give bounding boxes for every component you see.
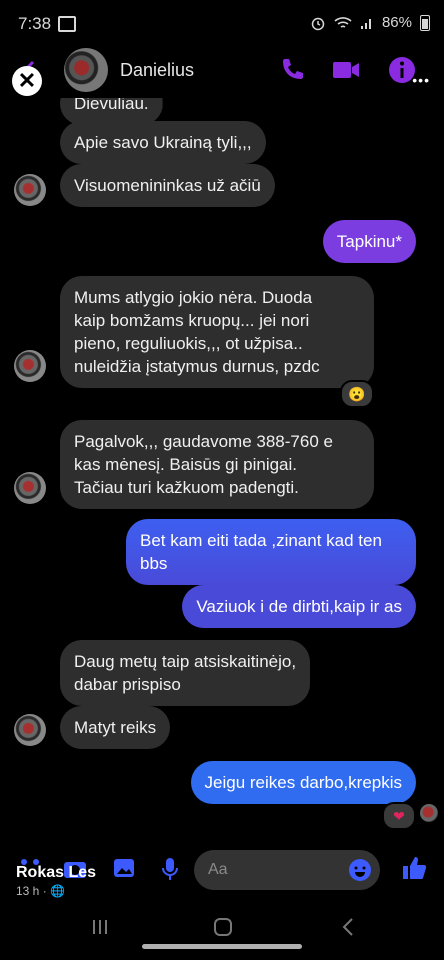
composer-bar: Aa Rokas Les 13 h · 🌐 [0, 840, 444, 900]
video-call-icon[interactable] [330, 54, 362, 86]
recent-apps-icon[interactable] [90, 918, 110, 936]
message-received[interactable]: Mums atlygio jokio nėra. Duoda kaip bomž… [60, 276, 374, 388]
message-input[interactable]: Aa [194, 850, 380, 890]
signal-icon [360, 18, 371, 29]
microphone-icon[interactable] [160, 856, 180, 882]
post-author-name[interactable]: Rokas Les [16, 864, 96, 882]
chat-header: Danielius [0, 44, 444, 100]
thumbs-up-icon[interactable] [400, 854, 428, 882]
system-navigation-bar [0, 908, 444, 960]
back-icon[interactable] [340, 916, 356, 938]
emoji-icon[interactable] [348, 858, 372, 882]
message-received[interactable]: Matyt reiks [60, 706, 171, 749]
message-received[interactable]: Daug metų taip atsiskaitinėjo, dabar pri… [60, 640, 311, 706]
sender-avatar[interactable] [14, 714, 46, 746]
battery-percent: 86% [381, 14, 412, 31]
globe-icon: 🌐 [50, 884, 65, 898]
home-indicator[interactable] [142, 944, 302, 949]
status-right: 86% [310, 14, 430, 31]
home-icon[interactable] [212, 916, 234, 938]
message-sent[interactable]: Jeigu reikes darbo,krepkis [190, 761, 416, 804]
seen-avatar [420, 804, 438, 822]
wifi-icon [334, 16, 352, 28]
close-icon[interactable]: ✕ [12, 66, 42, 96]
message-received[interactable]: Pagalvok,,, gaudavome 388-760 e kas mėne… [60, 420, 374, 509]
phone-call-icon[interactable] [276, 54, 308, 86]
battery-icon [420, 14, 430, 31]
contact-name[interactable]: Danielius [120, 60, 194, 81]
message-sent[interactable]: Vaziuok i de dirbti,kaip ir as [182, 585, 416, 628]
sender-avatar[interactable] [14, 174, 46, 206]
message-input-placeholder: Aa [208, 861, 228, 878]
sender-avatar[interactable] [14, 472, 46, 504]
alarm-icon [311, 17, 325, 30]
message-sent[interactable]: Tapkinu* [322, 220, 416, 263]
reaction-heart[interactable]: ❤ [382, 802, 416, 830]
gallery-icon[interactable] [112, 856, 136, 880]
message-received[interactable]: Visuomenininkas už ačiū [60, 164, 275, 207]
gallery-notification-icon [58, 16, 76, 32]
message-sent[interactable]: Bet kam eiti tada ,zinant kad ten bbs [126, 519, 416, 585]
sender-avatar[interactable] [14, 350, 46, 382]
status-time: 7:38 [18, 14, 52, 33]
reaction-surprised[interactable]: 😮 [340, 380, 374, 408]
status-bar: 7:38 86% [0, 0, 444, 48]
contact-avatar[interactable] [64, 48, 108, 92]
post-timestamp: 13 h · 🌐 [16, 884, 65, 898]
message-received[interactable]: Apie savo Ukrainą tyli,,, [60, 121, 266, 164]
more-options-icon[interactable]: ••• [412, 72, 430, 88]
